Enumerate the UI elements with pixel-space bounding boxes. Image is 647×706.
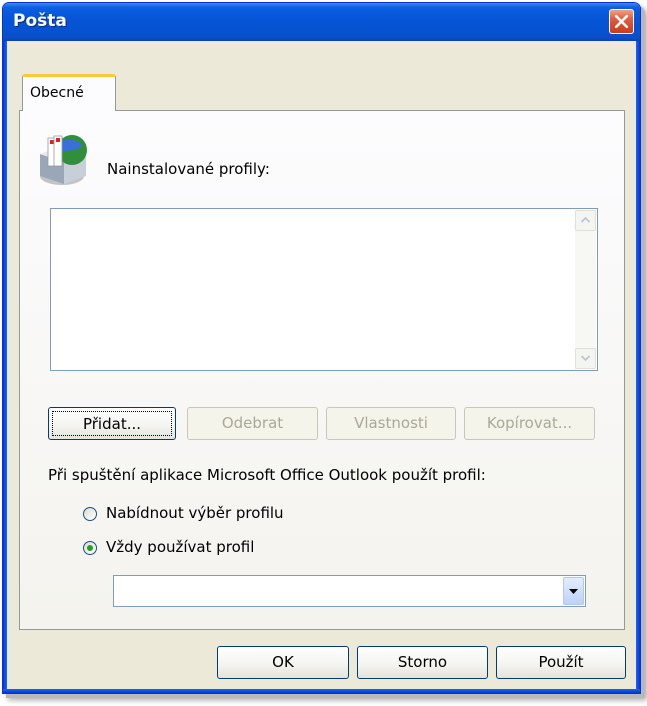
add-button-label: Přidat... [52, 411, 172, 436]
scroll-down-arrow-icon [581, 355, 590, 361]
close-icon [615, 15, 628, 28]
scroll-down-button[interactable] [575, 348, 596, 369]
window-border-left [3, 41, 7, 693]
mail-profiles-icon [40, 135, 87, 185]
radio-prompt-profile-label[interactable]: Nabídnout výběr profilu [106, 504, 284, 522]
radio-always-use-profile[interactable] [83, 541, 97, 555]
dropdown-arrow-icon [569, 589, 578, 594]
tab-general[interactable]: Obecné [22, 74, 116, 111]
profiles-listbox[interactable] [50, 208, 598, 371]
ok-button-label: OK [272, 653, 294, 671]
remove-button[interactable]: Odebrat [187, 407, 318, 440]
remove-button-label: Odebrat [221, 414, 284, 432]
cancel-button-label: Storno [397, 653, 448, 671]
startup-profile-label: Při spuštění aplikace Microsoft Office O… [48, 466, 486, 484]
radio-selected-dot [87, 545, 93, 551]
properties-button-label: Vlastnosti [354, 414, 428, 432]
window-border-right [636, 41, 640, 693]
window-title: Pošta [13, 11, 67, 31]
copy-button[interactable]: Kopírovat... [464, 407, 595, 440]
scroll-up-button[interactable] [575, 210, 596, 231]
apply-button-label: Použít [538, 653, 584, 671]
properties-button[interactable]: Vlastnosti [326, 407, 456, 440]
title-bar[interactable]: Pošta [3, 3, 640, 41]
profile-select-dropdown-button[interactable] [563, 577, 584, 605]
close-button[interactable] [609, 9, 634, 34]
radio-always-use-profile-label[interactable]: Vždy používat profil [106, 538, 254, 556]
profiles-scrollbar[interactable] [575, 210, 596, 369]
copy-button-label: Kopírovat... [486, 414, 573, 432]
window-border-bottom [3, 689, 640, 693]
ok-button[interactable]: OK [217, 646, 349, 679]
profile-select[interactable] [113, 575, 586, 607]
cancel-button[interactable]: Storno [357, 646, 488, 679]
scroll-up-arrow-icon [581, 217, 590, 223]
tab-general-label: Obecné [30, 85, 84, 101]
installed-profiles-label: Nainstalované profily: [107, 160, 270, 178]
apply-button[interactable]: Použít [496, 646, 626, 679]
add-button[interactable]: Přidat... [48, 407, 176, 440]
radio-prompt-profile[interactable] [83, 507, 97, 521]
